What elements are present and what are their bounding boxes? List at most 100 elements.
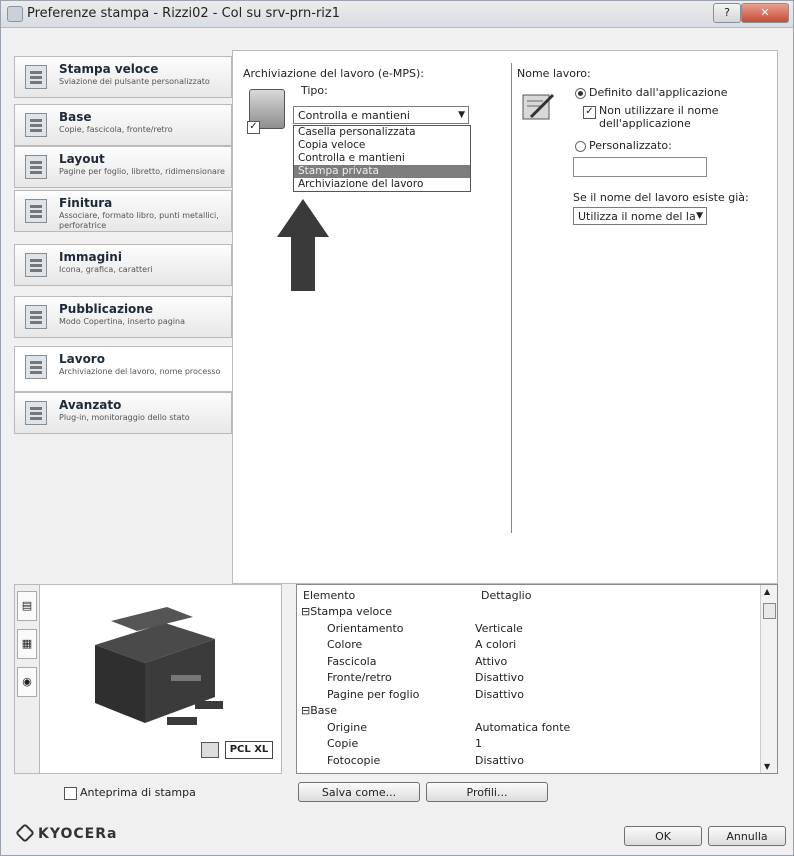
table-row[interactable]: Fotocopie Disattivo: [297, 754, 757, 771]
no-app-name-checkbox[interactable]: ✓: [583, 106, 596, 119]
table-cell-element: Fronte/retro: [327, 671, 392, 684]
table-cell-detail: 1: [475, 737, 482, 750]
table-cell-element: Fotocopie: [327, 753, 381, 767]
type-select-value: Controlla e mantieni: [298, 109, 410, 122]
kyocera-logo: KYOCERa: [15, 823, 118, 843]
table-row[interactable]: Copie 1: [297, 737, 757, 754]
help-button[interactable]: ?: [713, 3, 741, 23]
table-cell-detail: Attivo: [475, 654, 508, 668]
table-cell-detail: Automatica fonte: [475, 720, 571, 734]
job-storage-label: Archiviazione del lavoro (e-MPS):: [243, 67, 424, 80]
finishing-icon: [25, 199, 47, 223]
table-row[interactable]: Pagine per foglio Disattivo: [297, 688, 757, 705]
job-name-custom-radio[interactable]: [575, 141, 586, 152]
print-preview-checkbox[interactable]: [64, 787, 77, 800]
advanced-icon: [25, 401, 47, 425]
sidebar-item-description: Associare, formato libro, punti metallic…: [59, 211, 219, 230]
cancel-button[interactable]: Annulla: [708, 826, 786, 846]
sidebar-item-label: Stampa veloce: [59, 62, 159, 76]
sidebar-item-label: Base: [59, 110, 92, 124]
sidebar-item-label: Layout: [59, 152, 105, 166]
save-as-button[interactable]: Salva come...: [298, 782, 420, 802]
no-app-name-label: Non utilizzare il nome dell'applicazione: [599, 104, 719, 130]
sidebar-item[interactable]: Finitura Associare, formato libro, punti …: [14, 190, 232, 232]
custom-job-name-input[interactable]: [573, 157, 707, 177]
sidebar-item[interactable]: Pubblicazione Modo Copertina, inserto pag…: [14, 296, 232, 338]
sidebar-item-label: Lavoro: [59, 352, 105, 366]
type-select[interactable]: Controlla e mantieni ▼: [293, 106, 469, 124]
basic-icon: [25, 113, 47, 137]
print-preview-label: Anteprima di stampa: [80, 786, 196, 799]
ok-button[interactable]: OK: [624, 826, 702, 846]
column-header-detail[interactable]: Dettaglio: [481, 589, 531, 602]
preview-tab-strip: ▤ ▦ ◉: [15, 585, 40, 773]
job-name-app-radio[interactable]: [575, 88, 586, 99]
imaging-icon: [25, 253, 47, 277]
table-cell-detail: Disattivo: [475, 687, 524, 701]
scroll-thumb[interactable]: [763, 603, 776, 619]
preview-tab-document-icon[interactable]: ▤: [17, 591, 37, 621]
sidebar-item-label: Pubblicazione: [59, 302, 153, 316]
close-button[interactable]: ✕: [741, 3, 789, 23]
settings-summary-table[interactable]: Elemento Dettaglio ⊟Stampa veloce Orienta…: [296, 584, 778, 774]
type-option[interactable]: Controlla e mantieni: [294, 152, 470, 165]
type-dropdown-list: Casella personalizzata Copia veloce Cont…: [293, 125, 471, 192]
table-cell-detail: A colori: [475, 638, 517, 651]
table-cell-element: Copie: [327, 737, 359, 750]
table-group-row[interactable]: ⊟Base: [297, 704, 757, 721]
table-group-row[interactable]: ⊟Stampa veloce: [297, 605, 757, 622]
sidebar-item[interactable]: Lavoro Archiviazione del lavoro, nome pro…: [14, 346, 234, 392]
chevron-down-icon: ▼: [458, 110, 465, 120]
table-row[interactable]: Fascicola Attivo: [297, 655, 757, 672]
table-cell-element: Fascicola: [327, 654, 377, 668]
table-row[interactable]: Fronte/retro Disattivo: [297, 671, 757, 688]
job-name-label: Nome lavoro:: [517, 67, 591, 80]
sidebar-item[interactable]: Immagini Icona, grafica, caratteri: [14, 244, 232, 286]
job-icon: [25, 355, 47, 379]
job-name-custom-label: Personalizzato:: [589, 139, 672, 152]
table-cell-detail: Disattivo: [475, 753, 524, 767]
preview-tab-printer-icon[interactable]: ◉: [17, 667, 37, 697]
kyocera-wordmark: KYOCERa: [38, 826, 118, 842]
type-option[interactable]: Copia veloce: [294, 139, 470, 152]
scroll-down-icon[interactable]: ▼: [764, 762, 770, 771]
printer-app-icon: [7, 6, 23, 22]
job-storage-checkbox[interactable]: ✓: [247, 121, 260, 134]
table-cell-element: Orientamento: [327, 621, 404, 635]
table-cell-detail: Verticale: [475, 621, 523, 635]
quick-print-icon: [25, 65, 47, 89]
publishing-icon: [25, 305, 47, 329]
sidebar-item-description: Archiviazione del lavoro, nome processo: [59, 367, 221, 376]
scroll-up-icon[interactable]: ▲: [764, 587, 770, 596]
column-header-element[interactable]: Elemento: [303, 589, 355, 602]
table-cell-element: ⊟Stampa veloce: [301, 605, 393, 618]
sidebar-item-description: Pagine per foglio, libretto, ridimension…: [59, 167, 225, 176]
table-cell-element: Pagine per foglio: [327, 687, 420, 701]
sidebar-item[interactable]: Stampa veloce Sviazione dei pulsante pers…: [14, 56, 232, 98]
table-row[interactable]: Origine Automatica fonte: [297, 721, 757, 738]
window-title: Preferenze stampa - Rizzi02 - Col su srv…: [27, 6, 340, 21]
pcl-xl-badge: PCL XL: [225, 741, 273, 759]
profiles-button[interactable]: Profili...: [426, 782, 548, 802]
table-row[interactable]: Orientamento Verticale: [297, 622, 757, 639]
up-arrow-icon: [277, 199, 329, 291]
job-name-exists-select[interactable]: Utilizza il nome del la ▼: [573, 207, 707, 225]
table-row[interactable]: Colore A colori: [297, 638, 757, 655]
sidebar-item-label: Finitura: [59, 196, 113, 210]
printer-image: [95, 607, 223, 725]
job-name-app-label: Definito dall'applicazione: [589, 86, 728, 99]
details-scrollbar[interactable]: ▲ ▼: [760, 585, 777, 773]
job-settings-panel: Archiviazione del lavoro (e-MPS): ✓ Tipo…: [232, 50, 778, 584]
type-label: Tipo:: [301, 84, 328, 97]
type-option[interactable]: Archiviazione del lavoro: [294, 178, 470, 191]
kyocera-logo-icon: [15, 823, 35, 843]
type-option-highlighted[interactable]: Stampa privata: [294, 165, 470, 178]
sidebar-item-label: Immagini: [59, 250, 122, 264]
sidebar-item[interactable]: Layout Pagine per foglio, libretto, ridim…: [14, 146, 232, 188]
sidebar-item[interactable]: Base Copie, fascicola, fronte/retro: [14, 104, 232, 146]
preview-tab-settings-icon[interactable]: ▦: [17, 629, 37, 659]
sidebar-item[interactable]: Avanzato Plug-in, monitoraggio dello stat…: [14, 392, 232, 434]
table-cell-element: ⊟Base: [301, 704, 338, 717]
type-option[interactable]: Casella personalizzata: [294, 126, 470, 139]
title-bar: Preferenze stampa - Rizzi02 - Col su srv…: [1, 1, 793, 28]
